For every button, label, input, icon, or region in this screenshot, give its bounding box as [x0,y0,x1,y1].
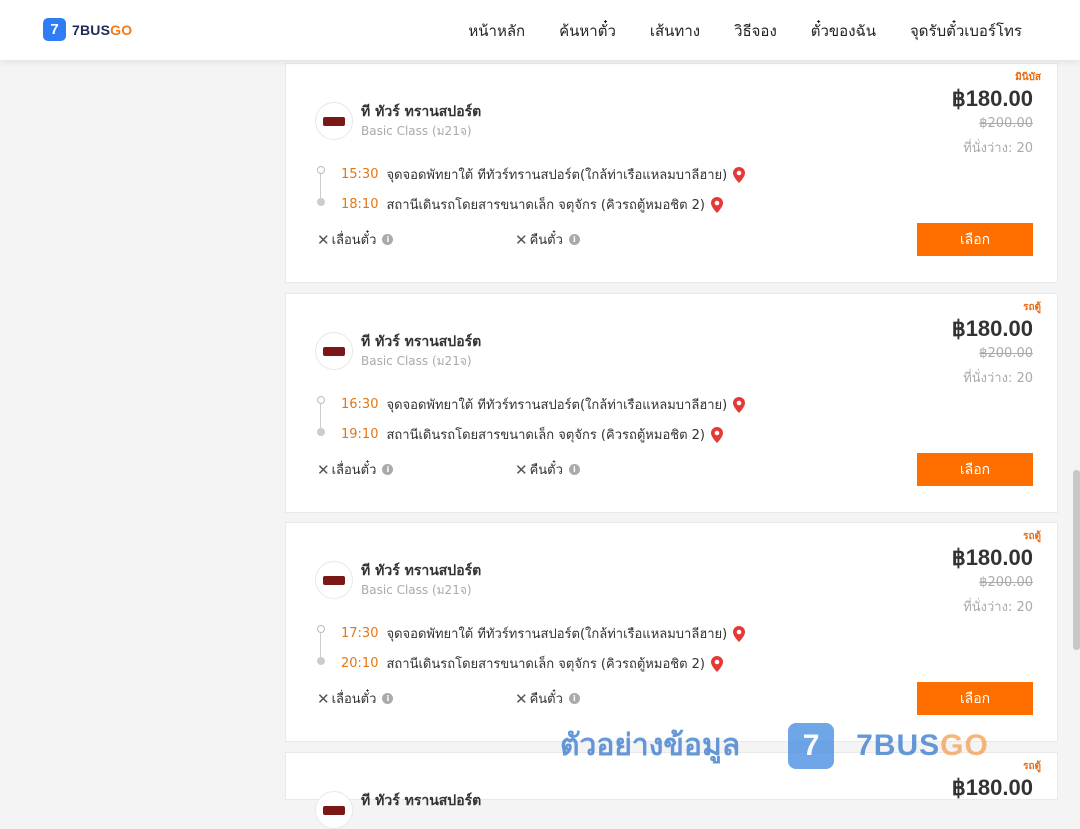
bus-icon [323,575,345,585]
seats-available: ที่นั่งว่าง: 20 [963,371,1033,386]
map-pin-icon[interactable] [711,426,723,443]
watermark-logo-icon: 7 [788,722,835,769]
refund-policy: ✕ คืนตั๋ว i [515,688,580,709]
arrival-time: 20:10 [341,656,379,671]
bus-icon [323,346,345,356]
bus-class: Basic Class (ม21จ) [361,124,472,138]
close-icon: ✕ [317,230,330,249]
departure-time: 16:30 [341,397,379,412]
close-icon: ✕ [515,689,528,708]
departure-stop: 16:30 จุดจอดพัทยาใต้ ทีทัวร์ทรานสปอร์ต(ใ… [341,394,746,415]
departure-stop: 17:30 จุดจอดพัทยาใต้ ทีทัวร์ทรานสปอร์ต(ใ… [341,623,746,644]
close-icon: ✕ [317,689,330,708]
map-pin-icon[interactable] [711,655,723,672]
page-scrollbar[interactable] [1073,470,1080,650]
reschedule-policy: ✕ เลื่อนตั๋ว i [317,229,394,250]
seats-available: ที่นั่งว่าง: 20 [963,141,1033,156]
operator-logo [315,102,353,140]
trip-card: มินิบัส ที ทัวร์ ทรานสปอร์ต Basic Class … [285,63,1058,283]
bus-class: Basic Class (ม21จ) [361,583,472,597]
departure-place: จุดจอดพัทยาใต้ ทีทัวร์ทรานสปอร์ต(ใกล้ท่า… [386,168,728,183]
operator-logo [315,561,353,599]
info-icon[interactable]: i [382,693,394,704]
operator-name: ที ทัวร์ ทรานสปอร์ต [361,104,482,120]
nav-search-ticket[interactable]: ค้นหาตั๋ว [559,19,616,43]
arrival-stop: 18:10 สถานีเดินรถโดยสารขนาดเล็ก จตุจักร … [341,194,723,215]
departure-place: จุดจอดพัทยาใต้ ทีทัวร์ทรานสปอร์ต(ใกล้ท่า… [386,627,728,642]
nav-my-tickets[interactable]: ตั๋วของฉัน [811,19,876,43]
original-price: ฿200.00 [979,346,1033,361]
nav-routes[interactable]: เส้นทาง [650,19,700,43]
operator-name: ที ทัวร์ ทรานสปอร์ต [361,793,482,809]
select-button[interactable]: เลือก [917,453,1033,486]
select-button[interactable]: เลือก [917,682,1033,715]
reschedule-policy: ✕ เลื่อนตั๋ว i [317,688,394,709]
route-timeline [317,396,325,436]
price: ฿180.00 [951,316,1033,341]
close-icon: ✕ [317,460,330,479]
operator-name: ที ทัวร์ ทรานสปอร์ต [361,563,482,579]
arrival-time: 19:10 [341,427,379,442]
vehicle-type-tag: รถตู้ [1023,531,1041,542]
arrival-time: 18:10 [341,197,379,212]
close-icon: ✕ [515,460,528,479]
info-icon[interactable]: i [568,693,580,704]
price: ฿180.00 [951,86,1033,111]
operator-logo [315,791,353,829]
departure-stop: 15:30 จุดจอดพัทยาใต้ ทีทัวร์ทรานสปอร์ต(ใ… [341,164,746,185]
vehicle-type-tag: มินิบัส [1015,72,1041,83]
logo-text: 7BUSGO [72,21,133,38]
top-navbar: 7 7BUSGO หน้าหลัก ค้นหาตั๋ว เส้นทาง วิธี… [0,0,1080,60]
vehicle-type-tag: รถตู้ [1023,761,1041,772]
arrival-stop: 20:10 สถานีเดินรถโดยสารขนาดเล็ก จตุจักร … [341,653,723,674]
sample-data-watermark: ตัวอย่างข้อมูล 7 7BUSGO [560,722,989,769]
price: ฿180.00 [951,545,1033,570]
map-pin-icon[interactable] [711,196,723,213]
arrival-stop: 19:10 สถานีเดินรถโดยสารขนาดเล็ก จตุจักร … [341,424,723,445]
map-pin-icon[interactable] [733,166,746,183]
close-icon: ✕ [515,230,528,249]
bus-icon [323,116,345,126]
operator-name: ที ทัวร์ ทรานสปอร์ต [361,334,482,350]
bus-class: Basic Class (ม21จ) [361,354,472,368]
operator-logo [315,332,353,370]
vehicle-type-tag: รถตู้ [1023,302,1041,313]
route-timeline [317,166,325,206]
nav-home[interactable]: หน้าหลัก [468,19,525,43]
arrival-place: สถานีเดินรถโดยสารขนาดเล็ก จตุจักร (คิวรถ… [386,657,705,672]
bus-icon [323,805,345,815]
route-timeline [317,625,325,665]
map-pin-icon[interactable] [733,625,746,642]
info-icon[interactable]: i [382,464,394,475]
arrival-place: สถานีเดินรถโดยสารขนาดเล็ก จตุจักร (คิวรถ… [386,198,705,213]
trip-card: รถตู้ ที ทัวร์ ทรานสปอร์ต Basic Class (ม… [285,522,1058,742]
original-price: ฿200.00 [979,116,1033,131]
logo-mark-icon: 7 [43,18,66,41]
refund-policy: ✕ คืนตั๋ว i [515,229,580,250]
arrival-place: สถานีเดินรถโดยสารขนาดเล็ก จตุจักร (คิวรถ… [386,428,705,443]
nav-how-to-book[interactable]: วิธีจอง [734,19,777,43]
price: ฿180.00 [951,775,1033,800]
main-nav: หน้าหลัก ค้นหาตั๋ว เส้นทาง วิธีจอง ตั๋วข… [468,19,1022,43]
departure-time: 15:30 [341,167,379,182]
refund-policy: ✕ คืนตั๋ว i [515,459,580,480]
site-logo[interactable]: 7 7BUSGO [43,18,132,41]
info-icon[interactable]: i [382,234,394,245]
info-icon[interactable]: i [568,464,580,475]
departure-place: จุดจอดพัทยาใต้ ทีทัวร์ทรานสปอร์ต(ใกล้ท่า… [386,398,728,413]
select-button[interactable]: เลือก [917,223,1033,256]
nav-ticket-pickup[interactable]: จุดรับตั๋วเบอร์โทร [910,19,1022,43]
original-price: ฿200.00 [979,575,1033,590]
map-pin-icon[interactable] [733,396,746,413]
reschedule-policy: ✕ เลื่อนตั๋ว i [317,459,394,480]
watermark-text: ตัวอย่างข้อมูล [560,728,741,763]
seats-available: ที่นั่งว่าง: 20 [963,600,1033,615]
info-icon[interactable]: i [568,234,580,245]
trip-card: รถตู้ ที ทัวร์ ทรานสปอร์ต Basic Class (ม… [285,293,1058,513]
departure-time: 17:30 [341,626,379,641]
watermark-brand: 7BUSGO [856,728,989,762]
